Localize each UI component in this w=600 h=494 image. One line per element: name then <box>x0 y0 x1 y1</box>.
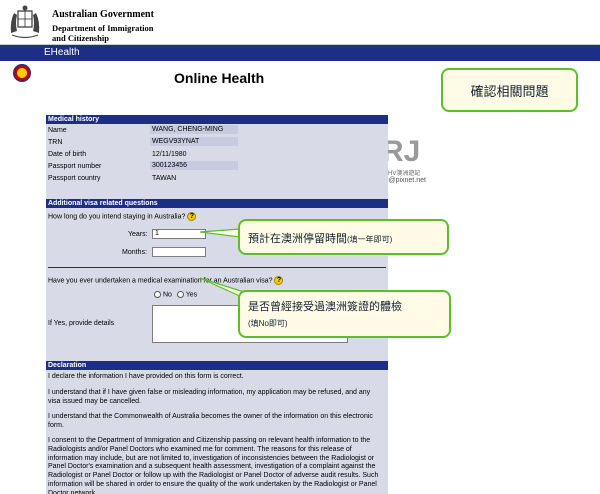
stay-question: How long do you intend staying in Austra… <box>48 212 197 221</box>
app-name: EHealth <box>44 47 80 58</box>
callout-exam-text: 是否曾經接受過澳洲簽證的體檢 <box>248 301 402 313</box>
value-dob: 12/11/1980 <box>152 151 187 158</box>
value-name: WANG, CHENG-MING <box>150 125 238 134</box>
exam-radio-group: No Yes <box>154 291 197 298</box>
years-input[interactable]: 1 <box>152 229 206 239</box>
declaration-para-3: I understand that the Commonwealth of Au… <box>48 413 373 429</box>
months-input[interactable] <box>152 247 206 257</box>
section-header-declaration: Declaration <box>46 361 388 370</box>
exam-question: Have you ever undertaken a medical exami… <box>48 276 284 285</box>
stay-question-text: How long do you intend staying in Austra… <box>48 213 186 221</box>
label-dob: Date of birth <box>48 151 87 158</box>
label-name: Name <box>48 127 67 134</box>
ehealth-logo-icon <box>13 64 31 82</box>
callout-exam: 是否曾經接受過澳洲簽證的體檢 (填No即可) <box>238 290 451 338</box>
department-name-line2: and Citizenship <box>52 33 109 43</box>
years-label: Years: <box>128 231 148 238</box>
radio-no[interactable] <box>154 291 161 298</box>
section-header-medical-history: Medical history <box>46 115 388 124</box>
value-passport-number: 300123456 <box>150 161 238 170</box>
callout-pointer <box>199 228 241 238</box>
government-name: Australian Government <box>52 9 154 20</box>
callout-confirm-text: 確認相關問題 <box>470 83 549 99</box>
value-passport-country: TAWAN <box>152 175 177 182</box>
divider <box>48 267 386 268</box>
app-bar: EHealth <box>0 45 600 61</box>
declaration-para-2: I understand that if I have given false … <box>48 389 371 405</box>
coat-of-arms-icon <box>10 5 40 39</box>
callout-stay-text: 預計在澳洲停留時間 <box>248 233 347 245</box>
site-header: Australian Government Department of Immi… <box>0 0 600 45</box>
government-branding: Australian Government Department of Immi… <box>52 9 154 43</box>
radio-yes[interactable] <box>176 291 184 298</box>
help-icon[interactable]: ? <box>274 276 284 285</box>
radio-no-label: No <box>162 291 172 299</box>
section-header-visa-questions: Additional visa related questions <box>46 199 388 208</box>
declaration-para-1: I declare the information I have provide… <box>48 373 244 380</box>
label-passport-country: Passport country <box>48 175 101 182</box>
page-title: Online Health <box>174 70 265 86</box>
months-label: Months: <box>122 249 147 256</box>
declaration-para-4: I consent to the Department of Immigrati… <box>48 437 379 494</box>
details-label: If Yes, provide details <box>48 320 115 327</box>
callout-stay: 預計在澳洲停留時間(填一年即可) <box>238 219 449 255</box>
label-trn: TRN <box>48 139 63 146</box>
radio-yes-label: Yes <box>185 291 198 299</box>
label-passport-number: Passport number <box>48 163 102 170</box>
callout-confirm: 確認相關問題 <box>441 68 578 112</box>
help-icon[interactable]: ? <box>187 212 197 221</box>
value-trn: WEGV93YNAT <box>150 137 238 146</box>
callout-stay-note: (填一年即可) <box>347 235 393 244</box>
callout-exam-note: (填No即可) <box>248 319 288 328</box>
department-name-line1: Department of Immigration <box>52 23 154 33</box>
